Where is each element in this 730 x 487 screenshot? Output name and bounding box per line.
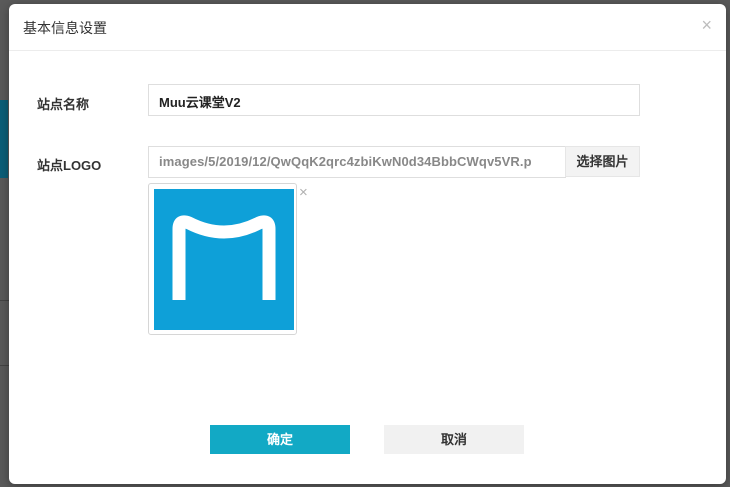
backdrop-sidebar-accent — [0, 100, 8, 178]
site-name-input[interactable]: Muu云课堂V2 — [148, 84, 640, 116]
site-logo-label: 站点LOGO — [37, 158, 102, 173]
choose-image-button[interactable]: 选择图片 — [565, 146, 640, 177]
m-logo-icon — [172, 215, 276, 300]
site-name-label: 站点名称 — [37, 97, 90, 112]
logo-preview — [148, 183, 297, 335]
remove-logo-icon[interactable]: × — [299, 185, 308, 200]
cancel-button[interactable]: 取消 — [384, 425, 524, 454]
basic-info-dialog: 基本信息设置 × 站点名称 Muu云课堂V2 站点LOGO images/5/2… — [9, 4, 726, 484]
logo-path-value: images/5/2019/12/QwQqK2qrc4zbiKwN0d34Bbb… — [159, 154, 532, 169]
dialog-title: 基本信息设置 — [23, 20, 107, 36]
dialog-header: 基本信息设置 × — [9, 4, 726, 51]
logo-image — [154, 189, 294, 330]
site-name-value: Muu云课堂V2 — [159, 95, 241, 110]
confirm-button[interactable]: 确定 — [210, 425, 350, 454]
close-icon[interactable]: × — [701, 16, 712, 34]
logo-path-input[interactable]: images/5/2019/12/QwQqK2qrc4zbiKwN0d34Bbb… — [148, 146, 566, 178]
